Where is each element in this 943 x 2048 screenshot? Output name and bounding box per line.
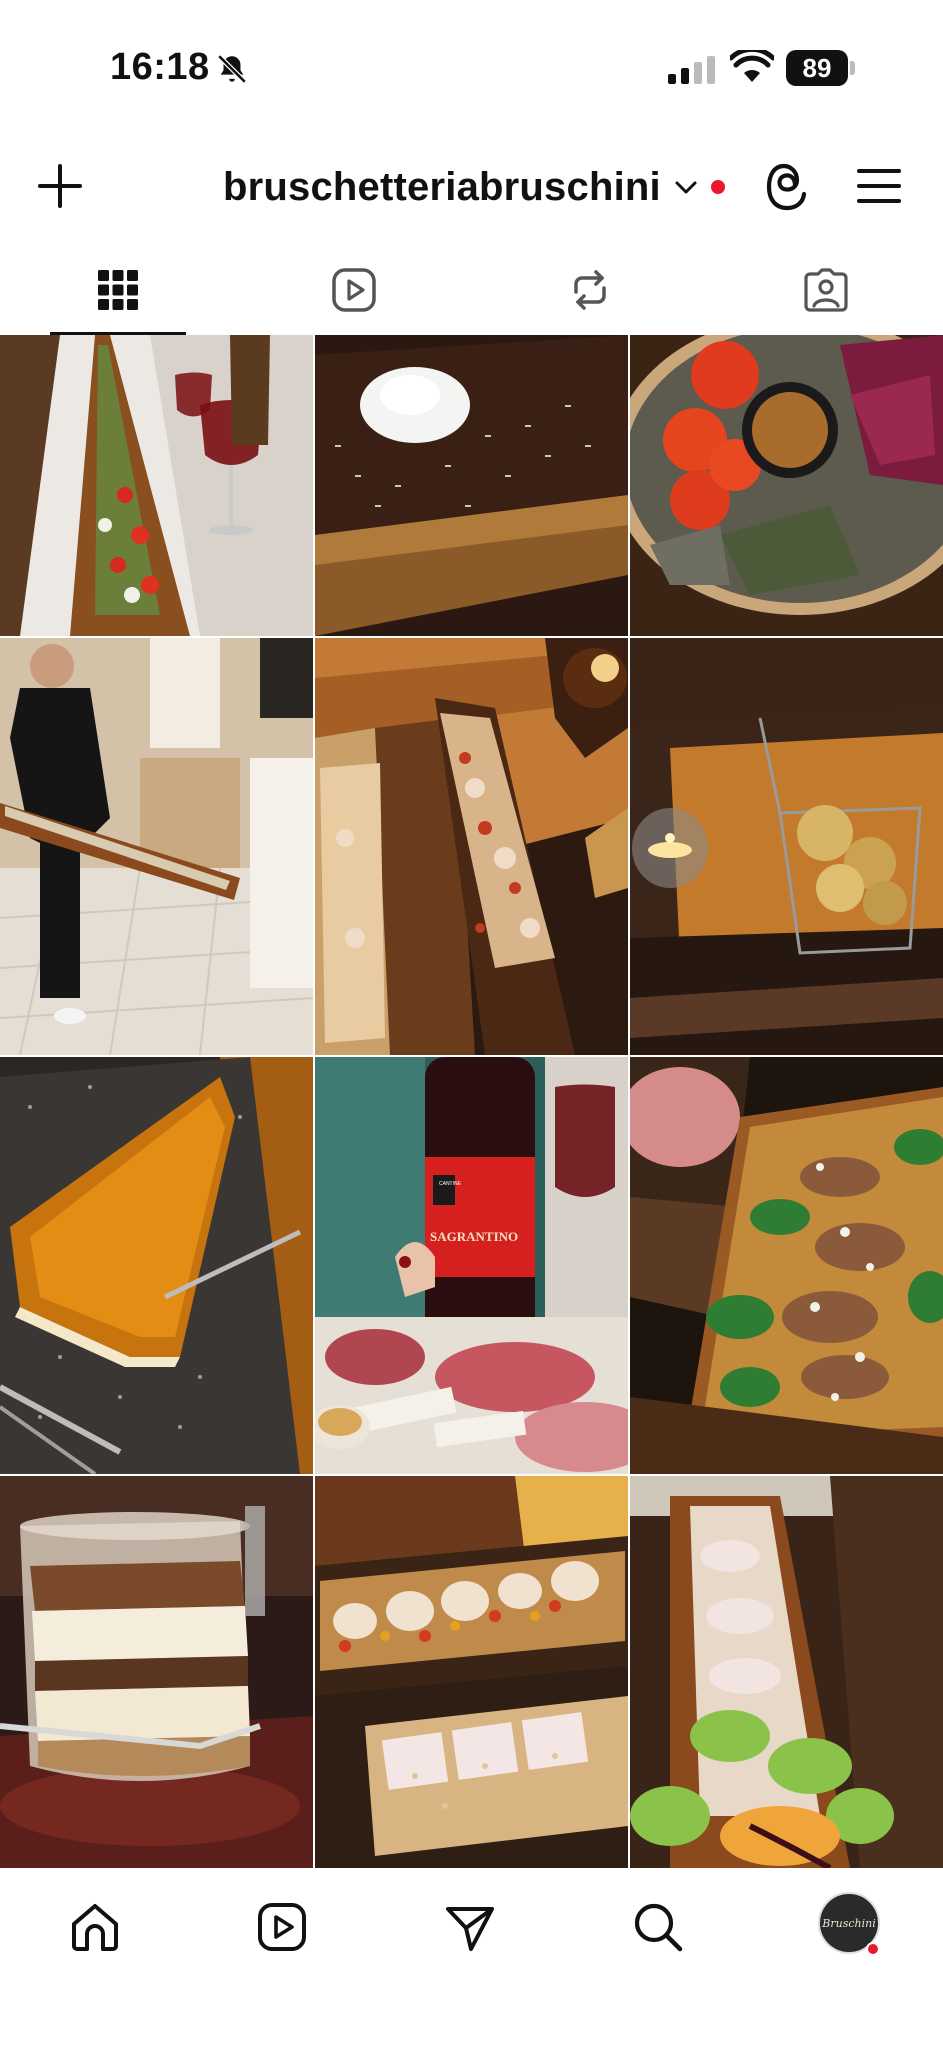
notification-dot <box>710 180 725 194</box>
post-long-board-salad[interactable] <box>630 1476 943 1868</box>
nav-search[interactable] <box>623 1892 693 1962</box>
plus-icon[interactable] <box>34 160 86 212</box>
posts-grid: CANTINE SAGRANTINO <box>0 335 943 1870</box>
post-nutella-coconut-focaccia[interactable] <box>315 335 628 636</box>
reels-icon <box>332 268 376 312</box>
post-image <box>315 1476 628 1868</box>
wine-label-text: SAGRANTINO <box>430 1229 518 1244</box>
status-time: 16:18 <box>110 46 210 88</box>
post-two-bruschette-boards[interactable] <box>315 638 628 1055</box>
tagged-person-icon <box>804 268 848 312</box>
repost-icon <box>574 270 606 310</box>
svg-text:CANTINE: CANTINE <box>439 1181 462 1187</box>
account-switcher[interactable]: bruschetteriabruschini <box>223 162 725 212</box>
post-bruschette-pair-board[interactable] <box>315 1476 628 1868</box>
post-image <box>0 1476 313 1868</box>
tab-reels[interactable] <box>236 245 472 335</box>
search-icon <box>634 1903 683 1952</box>
nav-direct[interactable] <box>435 1892 505 1962</box>
reels-icon <box>258 1903 306 1951</box>
status-bar: 16:18 89 <box>0 0 943 140</box>
avatar-logo-text: Bruschini <box>822 1916 876 1930</box>
post-long-bruschetta-board[interactable] <box>0 335 313 636</box>
post-chef-with-board[interactable] <box>0 638 313 1055</box>
home-icon <box>72 1904 118 1951</box>
chevron-down-icon <box>675 181 697 194</box>
send-icon <box>446 1907 494 1951</box>
post-image <box>630 638 943 1055</box>
post-tiramisu-jar[interactable] <box>0 1476 313 1868</box>
post-grilled-vegetables-platter[interactable] <box>630 335 943 636</box>
post-roast-salad-bruschetta[interactable] <box>630 1057 943 1474</box>
nav-home[interactable] <box>60 1892 130 1962</box>
post-image <box>315 335 628 636</box>
profile-tabs <box>0 245 943 335</box>
post-image <box>0 1057 313 1474</box>
tab-posts-grid[interactable] <box>0 245 236 335</box>
tab-reposts[interactable] <box>472 245 708 335</box>
post-image: CANTINE SAGRANTINO <box>315 1057 628 1474</box>
post-red-wine-bottle-charcuterie[interactable]: CANTINE SAGRANTINO <box>315 1057 628 1474</box>
battery-level: 89 <box>786 50 848 86</box>
post-image <box>0 335 313 636</box>
post-image <box>630 1476 943 1868</box>
post-fried-dough-basket[interactable] <box>630 638 943 1055</box>
post-image <box>315 638 628 1055</box>
avatar-notification-dot <box>866 1942 880 1956</box>
battery-icon: 89 <box>786 50 856 86</box>
bottom-nav: Bruschini <box>0 1870 943 2048</box>
post-image <box>0 638 313 1055</box>
wifi-icon <box>730 50 774 82</box>
threads-icon[interactable] <box>762 160 812 214</box>
bell-slash-icon <box>217 54 247 84</box>
cellular-signal-icon <box>668 56 715 84</box>
profile-username: bruschetteriabruschini <box>223 164 661 209</box>
post-image <box>630 335 943 636</box>
post-image <box>630 1057 943 1474</box>
hamburger-menu-icon[interactable] <box>856 166 902 206</box>
nav-reels[interactable] <box>247 1892 317 1962</box>
tab-tagged[interactable] <box>708 245 943 335</box>
profile-header: bruschetteriabruschini <box>0 140 943 235</box>
battery-tip <box>850 61 855 75</box>
grid-icon <box>98 270 138 310</box>
post-cheesecake-slice[interactable] <box>0 1057 313 1474</box>
